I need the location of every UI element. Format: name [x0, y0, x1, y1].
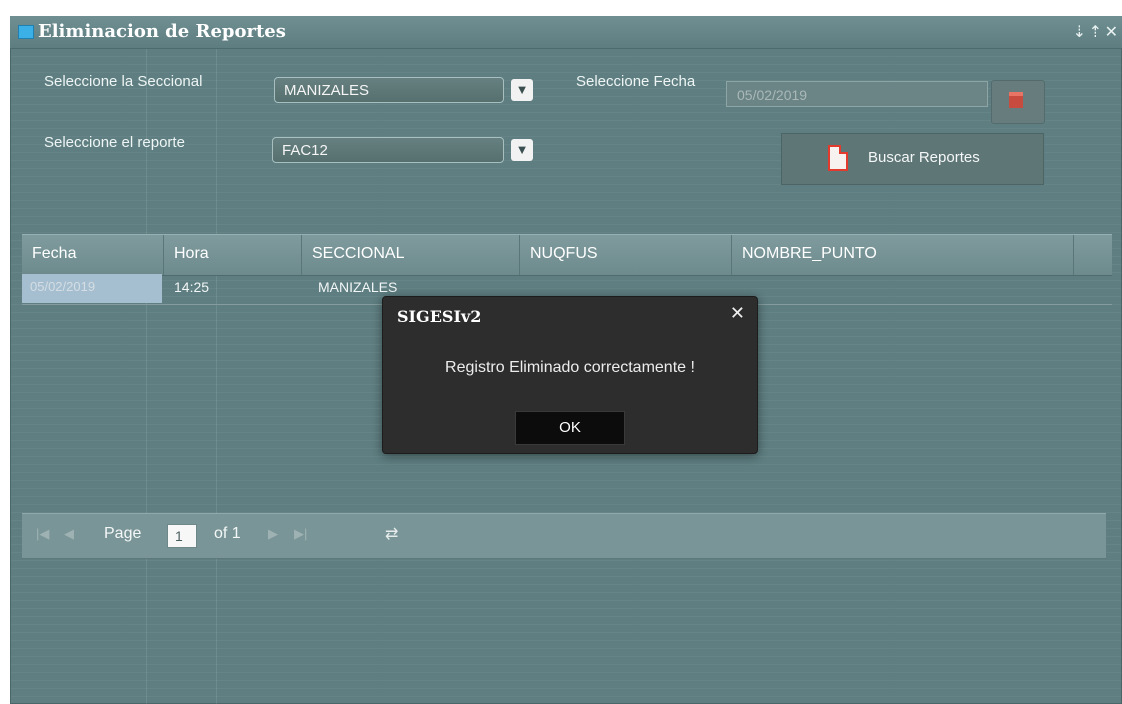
pin-icon[interactable]: ⇣: [1073, 22, 1086, 42]
window-title: Eliminacion de Reportes: [38, 21, 286, 42]
pdf-icon: [828, 145, 848, 171]
buscar-reportes-button[interactable]: Buscar Reportes: [781, 133, 1044, 185]
close-icon[interactable]: ✕: [730, 303, 745, 324]
dialog-title: SIGESIv2: [397, 307, 482, 326]
chevron-down-icon[interactable]: ▼: [511, 139, 533, 161]
reporte-select[interactable]: FAC12 ▼: [272, 137, 533, 163]
hora-cell: 14:25: [174, 279, 210, 295]
seccional-label: Seleccione la Seccional: [44, 73, 203, 90]
calendar-icon: [1009, 92, 1023, 108]
paging-toolbar: |◀ ◀ Page 1 of 1 ▶ ▶| ⇄: [22, 513, 1106, 559]
column-header-hora[interactable]: Hora: [164, 235, 302, 275]
column-label: SECCIONAL: [312, 245, 405, 262]
seccional-cell: MANIZALES: [318, 279, 398, 295]
column-header-nombre-punto[interactable]: NOMBRE_PUNTO: [732, 235, 1074, 275]
next-page-icon[interactable]: ▶: [268, 526, 278, 542]
page-label: Page: [104, 525, 142, 542]
dialog-message: Registro Eliminado correctamente !: [445, 359, 695, 376]
column-header-fecha[interactable]: Fecha: [22, 235, 164, 275]
refresh-icon[interactable]: ⇄: [385, 524, 398, 544]
seccional-value: MANIZALES: [284, 82, 370, 99]
ok-button[interactable]: OK: [515, 411, 625, 445]
grid-header: Fecha Hora SECCIONAL NUQFUS NOMBRE_PUNTO: [22, 234, 1112, 276]
close-window-icon[interactable]: ✕: [1105, 22, 1118, 42]
first-page-icon[interactable]: |◀: [36, 526, 49, 542]
page-number-input[interactable]: 1: [167, 524, 197, 548]
fecha-label: Seleccione Fecha: [576, 73, 696, 90]
last-page-icon[interactable]: ▶|: [294, 526, 307, 542]
page-total: of 1: [214, 525, 241, 542]
restore-icon[interactable]: ⇡: [1089, 22, 1102, 42]
seccional-select[interactable]: MANIZALES ▼: [274, 77, 533, 103]
column-label: Fecha: [32, 245, 77, 262]
reporte-label: Seleccione el reporte: [44, 134, 185, 151]
column-header-seccional[interactable]: SECCIONAL: [302, 235, 520, 275]
fecha-value: 05/02/2019: [737, 87, 808, 103]
column-label: NOMBRE_PUNTO: [742, 245, 877, 262]
column-header-nuqfus[interactable]: NUQFUS: [520, 235, 732, 275]
column-label: Hora: [174, 245, 209, 262]
fecha-field[interactable]: 05/02/2019: [726, 81, 988, 107]
fecha-cell[interactable]: 05/02/2019: [22, 274, 162, 303]
confirmation-dialog: SIGESIv2 ✕ Registro Eliminado correctame…: [382, 296, 758, 454]
window-titlebar[interactable]: Eliminacion de Reportes ⇣ ⇡ ✕: [10, 16, 1122, 49]
reporte-value: FAC12: [282, 142, 328, 159]
calendar-button[interactable]: [991, 80, 1045, 124]
previous-page-icon[interactable]: ◀: [64, 526, 74, 542]
chevron-down-icon[interactable]: ▼: [511, 79, 533, 101]
fecha-cell-text: 05/02/2019: [30, 279, 96, 294]
window-app-icon: [18, 25, 34, 39]
buscar-reportes-label: Buscar Reportes: [868, 149, 980, 166]
column-label: NUQFUS: [530, 245, 598, 262]
